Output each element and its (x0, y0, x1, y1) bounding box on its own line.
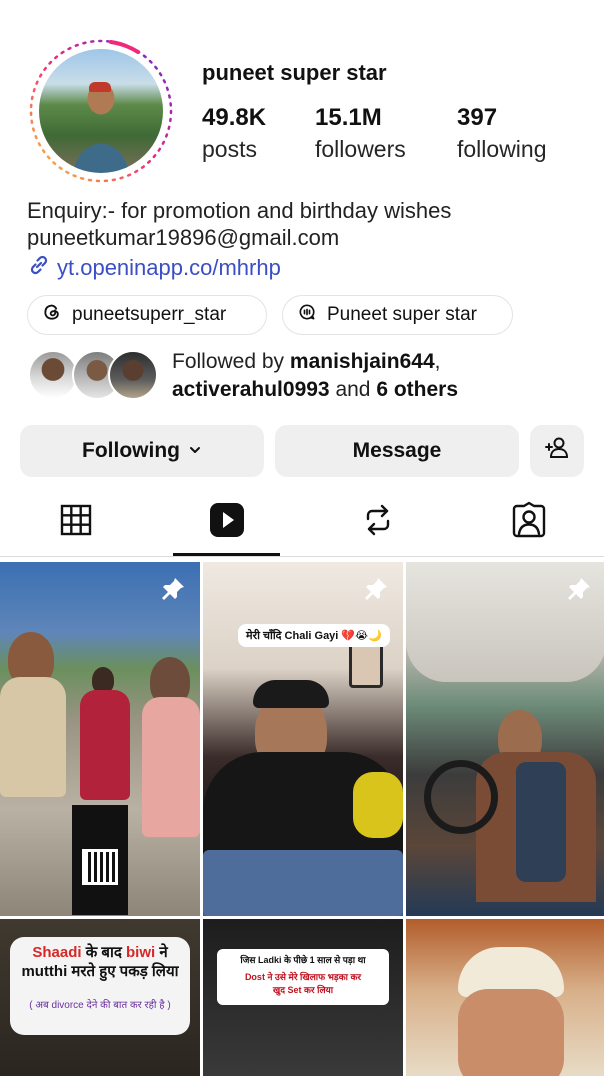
reel-5-text-line3: खुद Set कर लिया (272, 985, 334, 995)
following-button[interactable]: Following (20, 425, 264, 477)
tab-tagged[interactable] (453, 487, 604, 557)
profile-avatar[interactable] (39, 49, 163, 173)
mutual-user-2: activerahul0993 (172, 378, 330, 401)
reel-thumbnail-6[interactable] (406, 919, 604, 1076)
tagged-icon (510, 501, 548, 544)
reel-4-text-line3: ( अब divorce देने की बात कर रही है ) (29, 1000, 171, 1011)
reel-thumbnail-2[interactable]: मेरी चाँदि Chali Gayi 💔😭🌙 (203, 562, 403, 916)
message-button-label: Message (352, 439, 442, 462)
reel-thumbnail-4[interactable]: Shaadi के बाद biwi ने mutthi मरते हुए पक… (0, 919, 200, 1076)
reel-5-caption-card: जिस Ladki के पीछे 1 साल से पड़ा था Dost … (217, 949, 389, 1005)
pin-icon (160, 576, 186, 607)
channel-name: Puneet super star (327, 304, 477, 325)
following-button-label: Following (82, 439, 180, 462)
tab-posts-grid[interactable] (0, 487, 151, 557)
followers-label: followers (315, 136, 406, 162)
reel-4-caption-card: Shaadi के बाद biwi ने mutthi मरते हुए पक… (10, 937, 190, 1035)
add-person-icon (543, 434, 571, 468)
mutual-user-1: manishjain644 (289, 350, 435, 373)
threads-handle: puneetsuperr_star (72, 304, 227, 325)
posts-label: posts (202, 136, 257, 162)
qr-code-sticker (72, 805, 128, 915)
posts-count: 49.8K (202, 104, 267, 131)
stat-followers[interactable]: 15.1M followers (315, 104, 406, 166)
reel-4-text-mid: के बाद (81, 944, 126, 961)
bio-link-text: yt.openinapp.co/mhrhp (57, 255, 281, 280)
pin-icon (363, 576, 389, 607)
profile-header: puneet super star 49.8K posts 15.1M foll… (0, 0, 604, 420)
tab-reposts[interactable] (302, 487, 453, 557)
grid-icon (60, 504, 92, 541)
tab-reels[interactable] (151, 487, 302, 557)
followers-count: 15.1M (315, 104, 382, 131)
profile-bio: Enquiry:- for promotion and birthday wis… (27, 197, 451, 251)
suggested-users-button[interactable] (530, 425, 584, 477)
reels-icon (208, 501, 246, 544)
avatar (108, 350, 158, 400)
stat-following[interactable]: 397 following (457, 104, 547, 166)
reel-4-text-line2: mutthi मरते हुए पकड़ लिया (21, 963, 179, 980)
bio-line-1: Enquiry:- for promotion and birthday wis… (27, 198, 452, 223)
reel-4-text-shaadi: Shaadi (32, 944, 82, 961)
bio-email: puneetkumar19896@gmail.com (27, 225, 340, 250)
broadcast-channel-chip[interactable]: Puneet super star (282, 295, 513, 335)
repost-icon (361, 503, 395, 542)
followed-by-and: and (329, 378, 377, 401)
chevron-down-icon (188, 439, 202, 463)
profile-username: puneet super star (202, 60, 387, 85)
bio-link[interactable]: yt.openinapp.co/mhrhp (27, 253, 281, 283)
reel-4-text-biwi: biwi (125, 944, 156, 961)
followed-by-prefix: Followed by (172, 350, 290, 373)
reel-2-sticker: मेरी चाँदि Chali Gayi 💔😭🌙 (238, 624, 390, 647)
following-label: following (457, 136, 547, 162)
mutual-followers-avatars[interactable] (28, 350, 158, 400)
reel-thumbnail-5[interactable]: जिस Ladki के पीछे 1 साल से पड़ा था Dost … (203, 919, 403, 1076)
reel-5-text-line2: Dost ने उसे मेरे खिलाफ भड़का कर (244, 972, 362, 982)
channel-icon (297, 302, 317, 328)
reel-thumbnail-1[interactable] (0, 562, 200, 916)
reel-thumbnail-3[interactable] (406, 562, 604, 916)
followed-by-sep: , (434, 350, 441, 373)
avatar (28, 350, 78, 400)
link-icon (27, 253, 51, 283)
mutual-others: 6 others (376, 378, 459, 401)
stat-posts[interactable]: 49.8K posts (202, 104, 266, 166)
active-tab-indicator (173, 553, 280, 556)
profile-tabs (0, 487, 604, 557)
threads-icon (42, 302, 62, 328)
following-count: 397 (457, 104, 498, 131)
pin-icon (566, 576, 592, 607)
threads-chip[interactable]: puneetsuperr_star (27, 295, 267, 335)
message-button[interactable]: Message (275, 425, 519, 477)
followed-by-text[interactable]: Followed by manishjain644, activerahul09… (172, 348, 458, 404)
reel-4-text-tail: ने (155, 944, 168, 961)
reel-5-text-line1: जिस Ladki के पीछे 1 साल से पड़ा था (240, 955, 366, 965)
reels-grid: मेरी चाँदि Chali Gayi 💔😭🌙 Shaadi के बाद … (0, 562, 604, 1076)
